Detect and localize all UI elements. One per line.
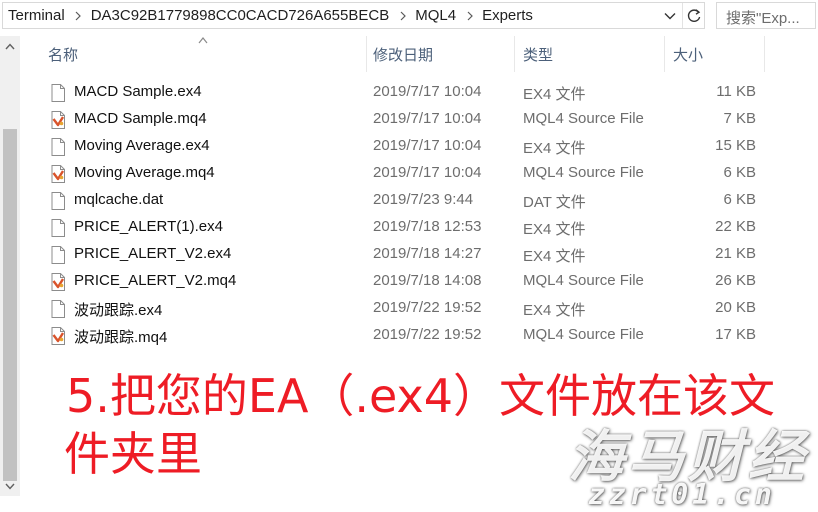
- file-type: EX4 文件: [523, 140, 586, 157]
- file-name: PRICE_ALERT(1).ex4: [74, 218, 223, 235]
- file-type: DAT 文件: [523, 194, 586, 211]
- file-row[interactable]: Moving Average.mq4 2019/7/17 10:04 MQL4 So…: [20, 160, 818, 187]
- file-icon: [49, 245, 67, 265]
- file-size: 11 KB: [716, 83, 756, 100]
- file-modified-date: 2019/7/17 10:04: [373, 137, 482, 154]
- file-type: MQL4 Source File: [523, 110, 644, 127]
- file-name: MACD Sample.ex4: [74, 83, 202, 100]
- file-type: EX4 文件: [523, 86, 586, 103]
- refresh-icon: [687, 8, 701, 22]
- file-size: 20 KB: [715, 299, 756, 316]
- breadcrumb-experts[interactable]: Experts: [476, 7, 539, 24]
- file-modified-date: 2019/7/22 19:52: [373, 326, 482, 343]
- file-icon: [49, 299, 67, 319]
- file-row[interactable]: PRICE_ALERT_V2.ex4 2019/7/18 14:27 EX4 文件 2…: [20, 241, 818, 268]
- file-row[interactable]: mqlcache.dat 2019/7/23 9:44 DAT 文件 6 KB: [20, 187, 818, 214]
- refresh-button[interactable]: [682, 3, 705, 28]
- file-modified-date: 2019/7/22 19:52: [373, 299, 482, 316]
- file-size: 22 KB: [715, 218, 756, 235]
- file-size: 6 KB: [723, 191, 756, 208]
- file-size: 17 KB: [715, 326, 756, 343]
- file-row[interactable]: PRICE_ALERT_V2.mq4 2019/7/18 14:08 MQL4 So…: [20, 268, 818, 295]
- file-name: 波动跟踪.mq4: [74, 329, 168, 346]
- file-name: Moving Average.ex4: [74, 137, 210, 154]
- mql4-source-icon: [49, 272, 67, 292]
- file-size: 7 KB: [723, 110, 756, 127]
- file-row[interactable]: Moving Average.ex4 2019/7/17 10:04 EX4 文件 1…: [20, 133, 818, 160]
- file-size: 15 KB: [715, 137, 756, 154]
- mql4-source-icon: [49, 326, 67, 346]
- file-modified-date: 2019/7/18 12:53: [373, 218, 482, 235]
- breadcrumb-terminal[interactable]: Terminal: [3, 7, 71, 24]
- breadcrumb-folder-id[interactable]: DA3C92B1779898CC0CACD726A655BECB: [85, 7, 396, 24]
- file-name: mqlcache.dat: [74, 191, 164, 208]
- address-bar-region: Terminal DA3C92B1779898CC0CACD726A655BEC…: [0, 0, 818, 32]
- file-modified-date: 2019/7/18 14:08: [373, 272, 482, 289]
- file-name: 波动跟踪.ex4: [74, 302, 163, 319]
- file-icon: [49, 218, 67, 238]
- file-row[interactable]: 波动跟踪.mq4 2019/7/22 19:52 MQL4 Source File 1…: [20, 322, 818, 349]
- file-row[interactable]: MACD Sample.ex4 2019/7/17 10:04 EX4 文件 11 K…: [20, 79, 818, 106]
- file-type: EX4 文件: [523, 302, 586, 319]
- address-bar[interactable]: Terminal DA3C92B1779898CC0CACD726A655BEC…: [2, 2, 705, 29]
- file-modified-date: 2019/7/18 14:27: [373, 245, 482, 262]
- mql4-source-icon: [49, 110, 67, 130]
- breadcrumb-mql4[interactable]: MQL4: [409, 7, 462, 24]
- file-type: MQL4 Source File: [523, 272, 644, 289]
- search-input[interactable]: 搜索"Exp...: [716, 2, 816, 29]
- scroll-thumb[interactable]: [3, 129, 17, 481]
- chevron-right-icon[interactable]: [395, 2, 409, 29]
- file-list: MACD Sample.ex4 2019/7/17 10:04 EX4 文件 11 K…: [20, 79, 818, 349]
- file-size: 21 KB: [715, 245, 756, 262]
- file-icon: [49, 191, 67, 211]
- file-modified-date: 2019/7/17 10:04: [373, 83, 482, 100]
- file-type: MQL4 Source File: [523, 326, 644, 343]
- file-row[interactable]: MACD Sample.mq4 2019/7/17 10:04 MQL4 Sourc…: [20, 106, 818, 133]
- chevron-right-icon[interactable]: [462, 2, 476, 29]
- file-modified-date: 2019/7/17 10:04: [373, 110, 482, 127]
- column-header-size[interactable]: 大小: [665, 36, 765, 72]
- file-row[interactable]: PRICE_ALERT(1).ex4 2019/7/18 12:53 EX4 文件 2…: [20, 214, 818, 241]
- chevron-down-icon: [5, 483, 15, 490]
- file-type: EX4 文件: [523, 221, 586, 238]
- file-modified-date: 2019/7/17 10:04: [373, 164, 482, 181]
- chevron-up-icon: [5, 42, 15, 49]
- file-name: PRICE_ALERT_V2.mq4: [74, 272, 237, 289]
- column-header-row: 名称 修改日期 类型 大小: [20, 36, 818, 72]
- file-type: EX4 文件: [523, 248, 586, 265]
- column-header-date[interactable]: 修改日期: [365, 36, 515, 72]
- mql4-source-icon: [49, 164, 67, 184]
- column-header-type[interactable]: 类型: [515, 36, 665, 72]
- chevron-down-icon: [664, 12, 676, 19]
- file-size: 26 KB: [715, 272, 756, 289]
- file-size: 6 KB: [723, 164, 756, 181]
- file-modified-date: 2019/7/23 9:44: [373, 191, 474, 208]
- scroll-up-button[interactable]: [0, 36, 20, 56]
- column-header-name[interactable]: 名称: [40, 36, 367, 72]
- file-icon: [49, 137, 67, 157]
- address-history-dropdown[interactable]: [659, 3, 681, 28]
- file-row[interactable]: 波动跟踪.ex4 2019/7/22 19:52 EX4 文件 20 KB: [20, 295, 818, 322]
- file-name: PRICE_ALERT_V2.ex4: [74, 245, 232, 262]
- file-icon: [49, 83, 67, 103]
- file-type: MQL4 Source File: [523, 164, 644, 181]
- vertical-scrollbar[interactable]: [0, 36, 20, 496]
- file-name: MACD Sample.mq4: [74, 110, 207, 127]
- chevron-right-icon[interactable]: [71, 2, 85, 29]
- watermark-url: zzrt01.cn: [588, 478, 776, 511]
- scroll-down-button[interactable]: [0, 476, 20, 496]
- file-name: Moving Average.mq4: [74, 164, 215, 181]
